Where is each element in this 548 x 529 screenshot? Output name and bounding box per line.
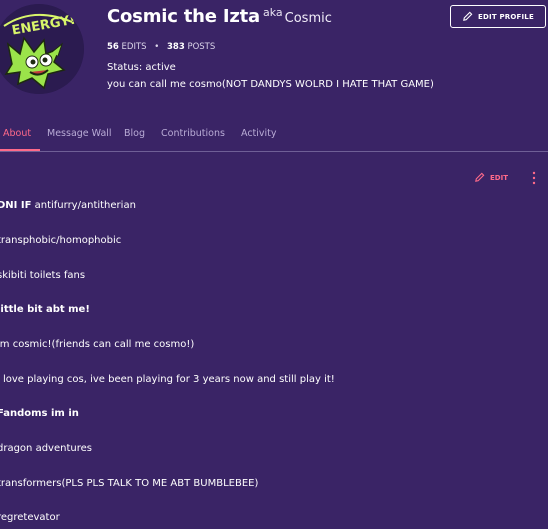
content-line: transformers(PLS PLS TALK TO ME ABT BUMB… <box>0 478 259 489</box>
bio-text: you can call me cosmo(NOT DANDYS WOLRD I… <box>107 79 434 90</box>
content-heading: little bit abt me! <box>0 304 90 315</box>
edit-button[interactable]: EDIT <box>474 172 508 183</box>
username: Cosmic the Izta <box>107 6 260 27</box>
pencil-icon <box>463 11 473 21</box>
aka-label: aka <box>262 6 283 19</box>
active-tab-indicator <box>0 149 40 151</box>
edit-label: EDIT <box>490 173 508 182</box>
tab-contributions[interactable]: Contributions <box>161 128 225 139</box>
content-line: regretevator <box>0 512 60 523</box>
posts-count: 383 <box>166 42 185 52</box>
edits-label: EDITS <box>121 42 147 52</box>
profile-stats: 56 EDITS • 383 POSTS <box>107 42 215 52</box>
content-line: i love playing cos, ive been playing for… <box>0 374 335 385</box>
content-heading: Fandoms im in <box>0 408 79 419</box>
tab-activity[interactable]: Activity <box>241 128 277 139</box>
tab-about[interactable]: About <box>3 128 31 139</box>
edit-profile-label: EDIT PROFILE <box>478 12 534 21</box>
edit-profile-button[interactable]: EDIT PROFILE <box>450 5 546 28</box>
content-line: skibiti toilets fans <box>0 270 86 281</box>
profile-tabs: About Message Wall Blog Contributions Ac… <box>0 121 548 152</box>
pencil-icon <box>475 172 485 182</box>
posts-label: POSTS <box>187 42 216 52</box>
tab-message-wall[interactable]: Message Wall <box>47 128 112 139</box>
stats-separator: • <box>154 42 160 52</box>
nickname: Cosmic <box>284 11 332 26</box>
content-line: im cosmic!(friends can call me cosmo!) <box>0 339 195 350</box>
tab-blog[interactable]: Blog <box>124 128 145 139</box>
status-text: Status: active <box>107 62 176 73</box>
content-line-text: antifurry/antitherian <box>31 200 136 211</box>
profile-title-row: Cosmic the Izta aka Cosmic <box>107 6 332 27</box>
content-line: transphobic/homophobic <box>0 235 122 246</box>
more-options-icon[interactable] <box>531 171 537 185</box>
edits-count: 56 <box>107 42 119 52</box>
avatar[interactable]: ENERGY! <box>0 4 84 94</box>
avatar-image: ENERGY! <box>0 4 84 94</box>
content-line-bold: DNI IF <box>0 200 32 211</box>
content-line: DNI IF antifurry/antitherian <box>0 200 136 211</box>
content-line: dragon adventures <box>0 443 92 454</box>
